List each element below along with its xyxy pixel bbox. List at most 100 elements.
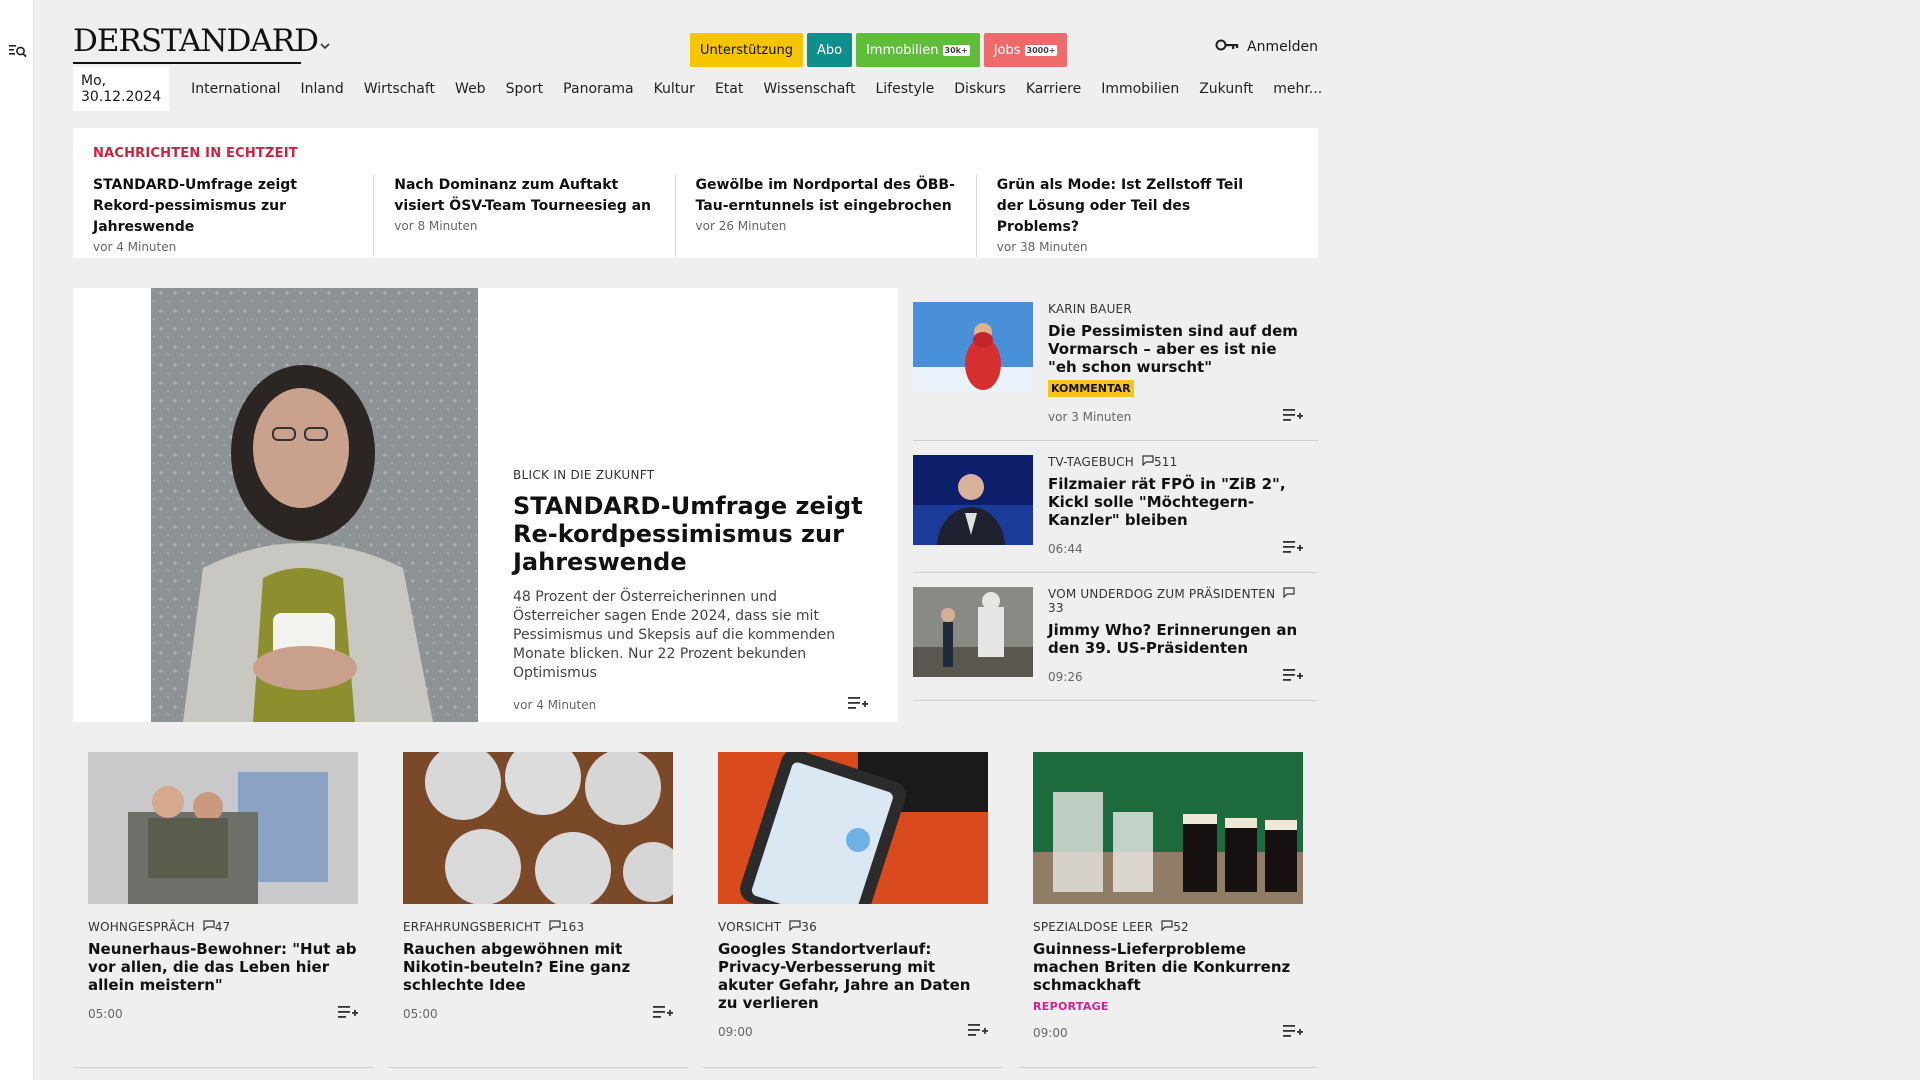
add-to-playlist-icon[interactable] <box>848 695 868 714</box>
article-card-kicker: WOHNGESPRÄCH <box>88 920 195 934</box>
add-to-playlist-icon[interactable] <box>338 1004 358 1023</box>
add-to-playlist-icon[interactable] <box>1283 539 1303 558</box>
article-card-image[interactable] <box>88 752 358 904</box>
comment-count-value: 47 <box>214 920 231 934</box>
comment-count[interactable]: 52 <box>1161 920 1189 934</box>
article-card-title[interactable]: Googles Standortverlauf: Privacy-Verbess… <box>718 940 988 1012</box>
hero-time: vor 4 Minuten <box>513 697 597 712</box>
comment-count[interactable]: 163 <box>549 920 585 934</box>
side-article-meta: 09:26 <box>1048 667 1303 686</box>
article-card[interactable]: VORSICHT 36 Googles Standortverlauf: Priva… <box>703 752 1003 1068</box>
nav-item-4[interactable]: Sport <box>496 81 554 97</box>
article-card[interactable]: ERFAHRUNGSBERICHT 163 Rauchen abgewöhnen m… <box>388 752 688 1068</box>
comment-icon <box>1161 920 1173 934</box>
search-menu-icon[interactable] <box>9 43 27 63</box>
hero-image[interactable] <box>73 288 478 722</box>
article-card[interactable]: SPEZIALDOSE LEER 52 Guinness-Lieferproblem… <box>1018 752 1318 1068</box>
ticker-item-time: vor 38 Minuten <box>996 240 1088 254</box>
chevron-down-icon[interactable] <box>320 39 330 53</box>
nav-item-5[interactable]: Panorama <box>553 81 643 97</box>
side-article-kicker-row: TV-TAGEBUCH 511 <box>1048 455 1303 469</box>
comment-count-value: 163 <box>560 920 585 934</box>
side-article-thumbnail[interactable] <box>913 302 1033 392</box>
comment-count[interactable]: 36 <box>789 920 817 934</box>
article-card-title[interactable]: Neunerhaus-Bewohner: "Hut ab vor allen, … <box>88 940 358 994</box>
hero-teaser: 48 Prozent der Österreicherinnen und Öst… <box>513 589 836 681</box>
side-article[interactable]: VOM UNDERDOG ZUM PRÄSIDENTEN33 Jimmy Who?… <box>913 573 1318 701</box>
comment-icon <box>1142 455 1154 469</box>
ticker-item[interactable]: Grün als Mode: Ist Zellstoff Teil der Lö… <box>997 175 1278 257</box>
article-card-meta: 05:00 <box>403 1004 673 1023</box>
nav-item-10[interactable]: Diskurs <box>944 81 1016 97</box>
article-card-kicker: SPEZIALDOSE LEER <box>1033 920 1154 934</box>
article-card-title[interactable]: Rauchen abgewöhnen mit Nikotin-beuteln? … <box>403 940 673 994</box>
add-to-playlist-icon[interactable] <box>1283 407 1303 426</box>
nav-item-6[interactable]: Kultur <box>644 81 705 97</box>
article-card-meta: 09:00 <box>1033 1023 1303 1042</box>
header-button-immobilien[interactable]: Immobilien 30k+ <box>856 33 980 67</box>
ticker-item-title[interactable]: Grün als Mode: Ist Zellstoff Teil der Lö… <box>997 175 1258 238</box>
nav-item-7[interactable]: Etat <box>705 81 753 97</box>
nav-item-8[interactable]: Wissenschaft <box>753 81 865 97</box>
side-article-title[interactable]: Die Pessimisten sind auf dem Vormarsch –… <box>1048 322 1303 376</box>
side-article-body: KARIN BAUER Die Pessimisten sind auf dem … <box>1048 302 1303 426</box>
ticker-item[interactable]: Gewölbe im Nordportal des ÖBB-Tau-erntun… <box>696 175 977 257</box>
opinion-badge: KOMMENTAR <box>1048 380 1134 397</box>
nav-item-11[interactable]: Karriere <box>1016 81 1091 97</box>
article-card-image[interactable] <box>718 752 988 904</box>
header-button-jobs[interactable]: Jobs 3000+ <box>983 33 1068 67</box>
add-to-playlist-icon[interactable] <box>968 1022 988 1041</box>
comment-count-value: 33 <box>1048 601 1064 615</box>
key-icon <box>1215 39 1239 55</box>
article-card-kicker-row: SPEZIALDOSE LEER 52 <box>1033 920 1303 934</box>
comment-icon <box>203 920 215 934</box>
hero-title[interactable]: STANDARD-Umfrage zeigt Re-kordpessimismu… <box>513 492 868 576</box>
article-card-time: 09:00 <box>1033 1025 1068 1040</box>
side-article-meta: vor 3 Minuten <box>1048 407 1303 426</box>
side-article-title[interactable]: Jimmy Who? Erinnerungen an den 39. US-Pr… <box>1048 621 1303 657</box>
nav-item-9[interactable]: Lifestyle <box>865 81 944 97</box>
header-button-badge: 30k+ <box>942 44 970 56</box>
nav-item-1[interactable]: Inland <box>291 81 354 97</box>
site-logo[interactable]: DERSTANDARD <box>73 26 319 57</box>
side-article-thumbnail[interactable] <box>913 587 1033 677</box>
ticker-item-title[interactable]: Gewölbe im Nordportal des ÖBB-Tau-erntun… <box>696 175 956 217</box>
ticker-item-title[interactable]: STANDARD-Umfrage zeigt Rekord-pessimismu… <box>93 175 353 238</box>
side-article-kicker: TV-TAGEBUCH <box>1048 455 1134 469</box>
ticker-item[interactable]: Nach Dominanz zum Auftakt visiert ÖSV-Te… <box>394 175 676 257</box>
ticker-item[interactable]: STANDARD-Umfrage zeigt Rekord-pessimismu… <box>93 175 375 257</box>
article-card-image[interactable] <box>1033 752 1303 904</box>
side-article-title[interactable]: Filzmaier rät FPÖ in "ZiB 2", Kickl soll… <box>1048 475 1303 529</box>
ticker-item-title[interactable]: Nach Dominanz zum Auftakt visiert ÖSV-Te… <box>394 175 654 217</box>
add-to-playlist-icon[interactable] <box>1283 667 1303 686</box>
article-card-title[interactable]: Guinness-Lieferprobleme machen Briten di… <box>1033 940 1303 994</box>
ticker-items: STANDARD-Umfrage zeigt Rekord-pessimismu… <box>93 175 1298 257</box>
comment-count[interactable]: 47 <box>203 920 231 934</box>
side-article-thumbnail[interactable] <box>913 455 1033 545</box>
header-button-unterstützung[interactable]: Unterstützung <box>690 33 803 67</box>
comment-count[interactable]: 511 <box>1142 455 1178 469</box>
hero-article[interactable]: BLICK IN DIE ZUKUNFT STANDARD-Umfrage ze… <box>73 288 898 722</box>
header-button-abo[interactable]: Abo <box>806 33 853 67</box>
side-article[interactable]: KARIN BAUER Die Pessimisten sind auf dem … <box>913 288 1318 441</box>
add-to-playlist-icon[interactable] <box>1283 1023 1303 1042</box>
nav-item-0[interactable]: International <box>181 81 290 97</box>
login-label: Anmelden <box>1247 39 1318 55</box>
article-card-kicker: ERFAHRUNGSBERICHT <box>403 920 541 934</box>
nav-item-2[interactable]: Wirtschaft <box>354 81 445 97</box>
login-button[interactable]: Anmelden <box>1215 39 1318 55</box>
article-card[interactable]: WOHNGESPRÄCH 47 Neunerhaus-Bewohner: "Hut … <box>73 752 373 1068</box>
nav-item-3[interactable]: Web <box>445 81 496 97</box>
nav-item-13[interactable]: Zukunft <box>1189 81 1263 97</box>
side-article-list: KARIN BAUER Die Pessimisten sind auf dem … <box>913 288 1318 701</box>
nav-item-14[interactable]: mehr... <box>1263 81 1332 97</box>
article-card-meta: 09:00 <box>718 1022 988 1041</box>
article-card-kicker: VORSICHT <box>718 920 782 934</box>
side-article[interactable]: TV-TAGEBUCH 511 Filzmaier rät FPÖ in "ZiB … <box>913 441 1318 573</box>
add-to-playlist-icon[interactable] <box>653 1004 673 1023</box>
article-card-time: 05:00 <box>88 1006 123 1021</box>
hero-text: BLICK IN DIE ZUKUNFT STANDARD-Umfrage ze… <box>513 468 868 714</box>
comment-count-value: 52 <box>1173 920 1189 934</box>
article-card-image[interactable] <box>403 752 673 904</box>
nav-item-12[interactable]: Immobilien <box>1091 81 1189 97</box>
